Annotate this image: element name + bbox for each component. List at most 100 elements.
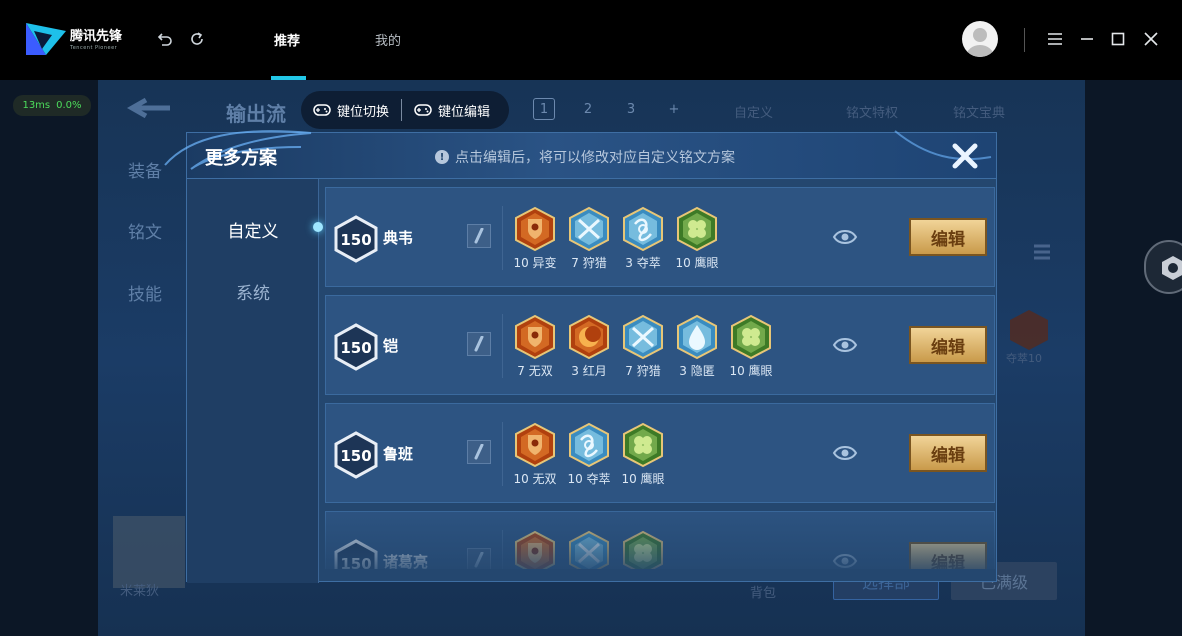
rename-button[interactable] <box>467 440 491 464</box>
rename-button[interactable] <box>467 224 491 248</box>
edit-button[interactable]: 编辑 <box>909 434 987 472</box>
latency-value: 13ms <box>22 100 51 111</box>
rune-count: 10 无双 <box>513 472 557 486</box>
rune-moon-icon <box>569 314 609 360</box>
eye-icon[interactable] <box>832 442 858 464</box>
latency-badge: 13ms 0.0% <box>13 95 91 116</box>
minimize-icon[interactable] <box>1076 28 1098 50</box>
menu-icon[interactable] <box>1044 28 1066 50</box>
rune-item[interactable]: 10 鹰眼 <box>616 422 670 487</box>
rune-count: 7 无双 <box>517 364 553 378</box>
page-tab-2[interactable]: 2 <box>577 98 599 120</box>
rune-list: 7 无双 3 红月 7 狩猎 3 隐匿 10 鹰眼 <box>508 314 778 379</box>
rename-button[interactable] <box>467 332 491 356</box>
menu-skills[interactable]: 技能 <box>128 280 162 305</box>
rune-privilege[interactable]: 铭文特权 <box>846 102 898 121</box>
close-icon[interactable] <box>947 138 983 174</box>
side-nav-divider <box>318 179 319 583</box>
hero-name: 鲁班 <box>383 445 414 463</box>
rune-item[interactable]: 10 鹰眼 <box>670 206 724 271</box>
level-badge-icon: 150 <box>334 215 378 263</box>
list-fade <box>325 505 995 569</box>
rune-treasure[interactable]: 铭文宝典 <box>953 102 1005 121</box>
dialog-title: 更多方案 <box>205 148 277 169</box>
eye-icon[interactable] <box>832 226 858 248</box>
rune-item[interactable]: 3 夺萃 <box>616 206 670 271</box>
row-divider <box>502 206 503 270</box>
close-window-icon[interactable] <box>1140 28 1162 50</box>
rune-count: 10 鹰眼 <box>729 364 773 378</box>
bag-label[interactable]: 背包 <box>750 582 776 601</box>
title-bar: 腾讯先锋 Tencent Pioneer 推荐 我的 <box>0 0 1182 80</box>
page-tab-1[interactable]: 1 <box>533 98 555 120</box>
level-value: 150 <box>340 339 371 357</box>
left-margin <box>0 80 98 636</box>
hero-name: 铠 <box>383 337 399 355</box>
rune-badge-label: 夺萃10 <box>1006 352 1042 365</box>
rune-badge-icon <box>1010 310 1048 350</box>
custom-label[interactable]: 自定义 <box>734 102 773 121</box>
back-arrow-icon[interactable] <box>126 96 176 122</box>
rune-item[interactable]: 10 异变 <box>508 206 562 271</box>
side-tab-system[interactable]: 系统 <box>187 279 319 304</box>
rune-count: 10 夺萃 <box>567 472 611 486</box>
add-page-button[interactable]: + <box>663 98 685 120</box>
dialog-side-nav: 自定义 系统 <box>187 179 319 583</box>
key-toolbar: 键位切换 键位编辑 <box>301 91 509 129</box>
gamepad-icon <box>313 104 331 116</box>
rune-swords-icon <box>569 206 609 252</box>
rune-shield-icon <box>515 314 555 360</box>
tab-mine[interactable]: 我的 <box>375 30 401 49</box>
rune-item[interactable]: 7 无双 <box>508 314 562 379</box>
rune-shield-icon <box>515 206 555 252</box>
scheme-row: 150 铠 7 无双 3 红月 7 狩猎 3 隐匿 10 鹰眼 编辑 <box>325 295 995 395</box>
menu-equipment[interactable]: 装备 <box>128 157 162 182</box>
key-edit-button[interactable]: 键位编辑 <box>402 101 502 120</box>
pen-icon <box>474 228 484 244</box>
tab-recommend[interactable]: 推荐 <box>274 30 300 49</box>
key-switch-label: 键位切换 <box>337 104 390 120</box>
eye-icon[interactable] <box>832 334 858 356</box>
menu-runes[interactable]: 铭文 <box>128 218 162 243</box>
dialog-hint: ! 点击编辑后，将可以修改对应自定义铭文方案 <box>435 147 735 167</box>
rune-shield-icon <box>515 422 555 468</box>
rune-count: 3 红月 <box>571 364 607 378</box>
edit-button[interactable]: 编辑 <box>909 326 987 364</box>
rune-item[interactable]: 7 狩猎 <box>616 314 670 379</box>
page-tab-3[interactable]: 3 <box>620 98 642 120</box>
rune-item[interactable]: 10 无双 <box>508 422 562 487</box>
rune-item[interactable]: 10 夺萃 <box>562 422 616 487</box>
maximize-icon[interactable] <box>1107 28 1129 50</box>
rune-swords-icon <box>623 314 663 360</box>
list-icon[interactable] <box>1028 242 1056 266</box>
hero-name: 米莱狄 <box>120 584 160 599</box>
rune-count: 7 狩猎 <box>625 364 661 378</box>
rune-knot-icon <box>623 206 663 252</box>
rune-item[interactable]: 3 红月 <box>562 314 616 379</box>
row-divider <box>502 422 503 486</box>
hero-portrait[interactable] <box>113 516 185 588</box>
edit-button[interactable]: 编辑 <box>909 218 987 256</box>
key-switch-button[interactable]: 键位切换 <box>301 101 401 120</box>
avatar[interactable] <box>962 21 998 57</box>
rune-item[interactable]: 3 隐匿 <box>670 314 724 379</box>
rune-item[interactable]: 10 鹰眼 <box>724 314 778 379</box>
level-badge-icon: 150 <box>334 431 378 479</box>
titlebar-divider <box>1024 28 1025 52</box>
level-value: 150 <box>340 447 371 465</box>
pen-icon <box>474 444 484 460</box>
back-icon[interactable] <box>154 28 176 50</box>
row-divider <box>502 314 503 378</box>
rune-count: 10 异变 <box>513 256 557 270</box>
rune-item[interactable]: 7 狩猎 <box>562 206 616 271</box>
floating-control-button[interactable] <box>1144 240 1182 294</box>
scheme-row: 150 典韦 10 异变 7 狩猎 3 夺萃 10 鹰眼 编辑 <box>325 187 995 287</box>
refresh-icon[interactable] <box>186 28 208 50</box>
side-tab-custom[interactable]: 自定义 <box>187 217 319 242</box>
pen-icon <box>474 336 484 352</box>
app-logo-icon <box>26 23 66 55</box>
level-value: 150 <box>340 231 371 249</box>
hint-text: 点击编辑后，将可以修改对应自定义铭文方案 <box>455 150 735 166</box>
loadout-title: 输出流 <box>226 102 286 126</box>
key-edit-label: 键位编辑 <box>438 104 491 120</box>
